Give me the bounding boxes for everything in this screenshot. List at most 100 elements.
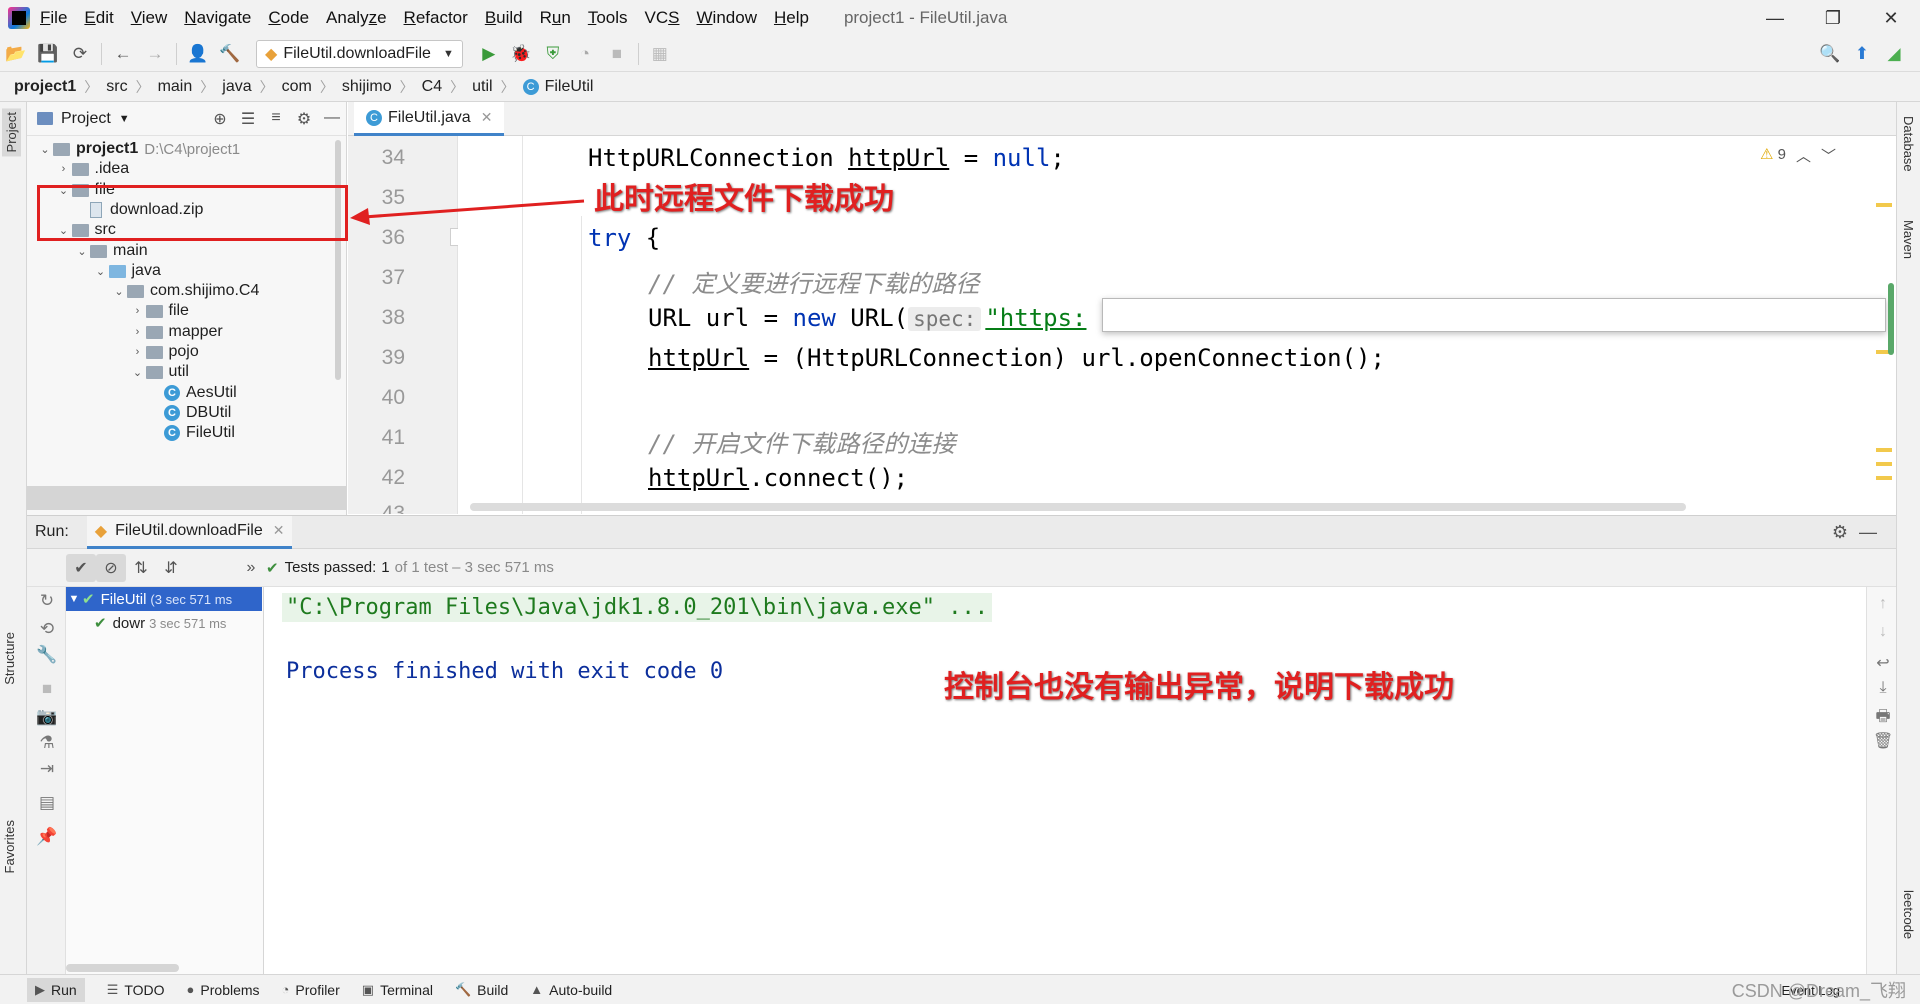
tree-item-fileutil[interactable]: C FileUtil (148, 421, 235, 445)
back-icon[interactable]: ← (107, 39, 139, 69)
plugin-icon[interactable]: ◢ (1878, 39, 1910, 69)
bottom-tab-profiler[interactable]: ◔ Profiler (282, 982, 340, 998)
tool-tab-maven[interactable]: Maven (1901, 220, 1916, 259)
chevron-down-icon[interactable]: ﹀ (1821, 145, 1836, 166)
profile-icon[interactable]: ◔ (569, 39, 601, 69)
stop-icon[interactable]: ■ (601, 39, 633, 69)
project-structure-icon[interactable]: ▦ (644, 39, 676, 69)
chevron-down-icon[interactable]: ⌄ (74, 245, 90, 258)
project-scrollbar[interactable] (335, 140, 341, 380)
test-tree-row[interactable]: ▼ ✔ FileUtil (3 sec 571 ms (66, 587, 262, 611)
close-button[interactable]: ✕ (1862, 0, 1920, 36)
menu-item-view[interactable]: View (131, 8, 168, 28)
bottom-tab-run[interactable]: ▶ Run (27, 977, 85, 1002)
collapse-all-icon[interactable]: ≡ (262, 109, 290, 129)
trash-icon[interactable]: 🗑 (1873, 731, 1893, 751)
menu-item-help[interactable]: Help (774, 8, 809, 28)
stop-icon[interactable]: ■ (34, 679, 60, 705)
forward-icon[interactable]: → (139, 39, 171, 69)
tool-tab-structure[interactable]: Structure (2, 632, 17, 685)
test-tree-row[interactable]: ✔ dowr 3 sec 571 ms (94, 611, 262, 635)
maximize-button[interactable]: ❐ (1804, 0, 1862, 36)
bottom-tab-build[interactable]: 🔨 Build (455, 982, 508, 998)
arrow-down-icon[interactable]: ↓ (1873, 623, 1893, 641)
tool-tab-database[interactable]: Database (1901, 116, 1916, 172)
chevron-right-icon[interactable]: › (130, 305, 146, 317)
error-stripe-mark[interactable] (1876, 476, 1892, 480)
bottom-tab-todo[interactable]: ☰ TODO (107, 982, 165, 998)
gear-icon[interactable]: ⚙ (1826, 522, 1854, 543)
tool-tab-favorites[interactable]: Favorites (2, 820, 17, 873)
tab-fileutil-java[interactable]: C FileUtil.java ✕ (354, 102, 505, 136)
save-all-icon[interactable]: 💾 (32, 39, 64, 69)
show-passed-icon[interactable]: ✔ (66, 553, 96, 582)
tool-tab-leetcode[interactable]: leetcode (1901, 890, 1916, 939)
console-output[interactable]: "C:\Program Files\Java\jdk1.8.0_201\bin\… (266, 587, 1866, 974)
run-icon[interactable]: ▶ (473, 39, 505, 69)
gear-icon[interactable]: ⚙ (290, 109, 318, 129)
menu-item-navigate[interactable]: Navigate (184, 8, 251, 28)
breadcrumb-item[interactable]: src (106, 78, 127, 96)
update-icon[interactable]: ⬆ (1846, 39, 1878, 69)
sort-alpha-icon[interactable]: ⇅ (126, 554, 156, 582)
run-configuration-select[interactable]: ◆ FileUtil.downloadFile ▼ (256, 39, 463, 68)
chevron-down-icon[interactable]: ⌄ (111, 285, 127, 298)
print-icon[interactable]: 🖶 (1873, 705, 1893, 732)
breadcrumb-item[interactable]: util (472, 78, 492, 96)
chevron-right-icon[interactable]: › (130, 326, 146, 338)
expand-all-icon[interactable]: ☰ (234, 109, 262, 129)
scroll-to-end-icon[interactable]: ⤓ (1873, 679, 1893, 697)
soft-wrap-icon[interactable]: ↩ (1873, 653, 1893, 673)
menu-item-refactor[interactable]: Refactor (404, 8, 468, 28)
breadcrumb-item[interactable]: java (222, 78, 251, 96)
project-panel-title[interactable]: Project (61, 110, 111, 128)
chevron-down-icon[interactable]: ⌄ (130, 366, 146, 379)
wrench-icon[interactable]: 🔧 (34, 645, 60, 671)
layout-icon[interactable]: ▤ (34, 793, 60, 819)
close-icon[interactable]: ✕ (273, 522, 285, 539)
chevron-down-icon[interactable]: ▼ (119, 113, 130, 125)
chevron-down-icon[interactable]: ⌄ (37, 143, 53, 156)
menu-item-tools[interactable]: Tools (588, 8, 628, 28)
menu-item-vcs[interactable]: VCS (645, 8, 680, 28)
breadcrumb-item[interactable]: main (158, 78, 193, 96)
breadcrumb-item[interactable]: com (282, 78, 312, 96)
editor-scroll-thumb[interactable] (1888, 283, 1894, 355)
breadcrumb-item[interactable]: project1 (14, 78, 76, 96)
sync-icon[interactable]: ⟳ (64, 39, 96, 69)
debug-icon[interactable]: 🐞 (505, 39, 537, 69)
menu-item-code[interactable]: Code (268, 8, 309, 28)
tool-tab-project[interactable]: Project (2, 108, 21, 157)
bottom-tab-problems[interactable]: ● Problems (187, 982, 260, 998)
chevron-up-icon[interactable]: ︿ (1796, 145, 1811, 166)
editor-horizontal-scrollbar[interactable] (470, 503, 1686, 511)
error-stripe-mark[interactable] (1876, 462, 1892, 466)
chevron-down-icon[interactable]: ⌄ (93, 265, 109, 278)
vcs-user-icon[interactable]: 👤 (182, 39, 214, 69)
coverage-icon[interactable]: ⛨ (537, 39, 569, 69)
chevron-right-icon[interactable]: › (130, 346, 146, 358)
export-icon[interactable]: ⚗ (34, 733, 60, 759)
build-hammer-icon[interactable]: 🔨 (214, 39, 246, 69)
tab-run-filedownload[interactable]: ◆ FileUtil.downloadFile ✕ (86, 515, 293, 549)
breadcrumb-item[interactable]: C4 (422, 78, 442, 96)
breadcrumb-item[interactable]: FileUtil (545, 78, 594, 96)
menu-item-run[interactable]: Run (540, 8, 571, 28)
minimize-button[interactable]: — (1746, 0, 1804, 36)
show-ignored-icon[interactable]: ⊘ (96, 553, 126, 582)
search-icon[interactable]: 🔍 (1814, 39, 1846, 69)
close-icon[interactable]: ✕ (481, 109, 493, 126)
rerun-failed-icon[interactable]: ↻ (34, 591, 60, 617)
hide-icon[interactable]: — (318, 109, 346, 129)
toggle-auto-test-icon[interactable]: ⟲ (34, 619, 60, 645)
hide-icon[interactable]: — (1854, 522, 1882, 543)
menu-item-window[interactable]: Window (697, 8, 757, 28)
inspection-widget[interactable]: ⚠ 9 ︿ ﹀ (1760, 145, 1836, 166)
sort-duration-icon[interactable]: ⇵ (156, 554, 186, 582)
menu-item-analyze[interactable]: Analyze (326, 8, 387, 28)
chevron-right-icon[interactable]: › (56, 163, 72, 175)
locate-icon[interactable]: ⊕ (206, 109, 234, 129)
menu-item-edit[interactable]: Edit (84, 8, 113, 28)
import-icon[interactable]: ⇥ (34, 759, 60, 785)
pin-icon[interactable]: 📌 (34, 827, 60, 853)
